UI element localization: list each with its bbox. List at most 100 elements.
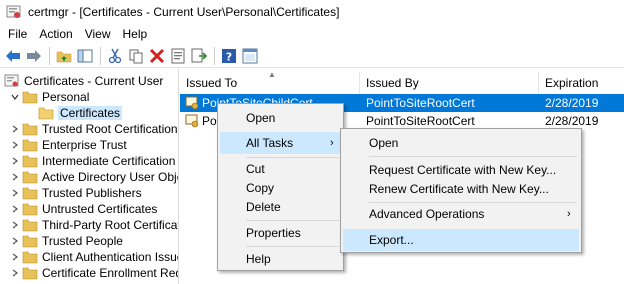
chevron-right-icon[interactable]: [10, 249, 20, 265]
folder-open-icon: [22, 91, 38, 104]
folder-icon: [38, 107, 54, 120]
forward-button[interactable]: [24, 46, 44, 66]
certmgr-app-icon: [6, 5, 21, 18]
tree-item-label: Trusted People: [42, 234, 123, 248]
export-list-button[interactable]: [189, 46, 209, 66]
column-header-issued-by[interactable]: Issued By: [360, 72, 539, 94]
window-title: certmgr - [Certificates - Current User\P…: [28, 5, 340, 19]
folder-icon: [22, 267, 38, 280]
certificates-snapin-icon: [4, 74, 19, 87]
context-menu-delete[interactable]: Delete: [220, 196, 341, 218]
context-menu-all-tasks[interactable]: All Tasks ›: [220, 132, 341, 154]
tree-item[interactable]: Intermediate Certification Au: [10, 153, 178, 169]
menu-action[interactable]: Action: [33, 24, 78, 44]
tree-item[interactable]: Untrusted Certificates: [10, 201, 157, 217]
chevron-right-icon[interactable]: [10, 265, 20, 281]
chevron-right-icon[interactable]: [10, 169, 20, 185]
properties-button[interactable]: [168, 46, 188, 66]
chevron-right-icon[interactable]: [10, 201, 20, 217]
folder-icon: [22, 203, 38, 216]
tree-item[interactable]: Active Directory User Object: [10, 169, 179, 185]
tree-item-label: Client Authentication Issuers: [42, 250, 179, 264]
menu-file[interactable]: File: [2, 24, 33, 44]
folder-icon: [22, 155, 38, 168]
delete-button[interactable]: [147, 46, 167, 66]
folder-icon: [22, 251, 38, 264]
column-header-issued-to[interactable]: ▲ Issued To: [180, 70, 360, 94]
chevron-right-icon[interactable]: [10, 137, 20, 153]
menu-separator: [369, 156, 577, 157]
chevron-right-icon[interactable]: [10, 185, 20, 201]
context-menu-properties[interactable]: Properties: [220, 222, 341, 244]
properties-icon: [171, 48, 185, 63]
chevron-down-icon[interactable]: [10, 89, 20, 105]
help-button[interactable]: ?: [219, 46, 239, 66]
back-button[interactable]: [3, 46, 23, 66]
tree-item-label: Untrusted Certificates: [42, 202, 158, 216]
tree-item[interactable]: Certificate Enrollment Reques: [10, 265, 178, 281]
submenu-advanced-operations[interactable]: Advanced Operations ›: [343, 203, 579, 225]
tree-item-label: Active Directory User Object: [42, 170, 179, 184]
context-menu-help[interactable]: Help: [220, 248, 341, 270]
tree-item-label: Third-Party Root Certification: [42, 218, 178, 232]
up-folder-button[interactable]: [54, 46, 74, 66]
tree-item-personal[interactable]: Personal: [10, 89, 89, 105]
toolbar-separator: [214, 46, 215, 65]
console-tree: Certificates - Current User Personal Cer…: [0, 69, 179, 284]
tree-item[interactable]: Trusted People: [10, 233, 123, 249]
cell-issued-by: PointToSiteRootCert: [366, 96, 475, 110]
tree-item-certificates[interactable]: Certificates: [26, 105, 123, 121]
sort-ascending-icon: ▲: [268, 70, 276, 79]
tree-item[interactable]: Enterprise Trust: [10, 137, 127, 153]
tree-item-label: Certificate Enrollment Reques: [42, 266, 178, 280]
menu-separator: [246, 220, 339, 221]
folder-icon: [22, 139, 38, 152]
show-hide-tree-icon: [77, 49, 93, 62]
chevron-right-icon[interactable]: [10, 153, 20, 169]
menu-separator: [246, 246, 339, 247]
chevron-right-icon[interactable]: [10, 217, 20, 233]
toolbar: ?: [0, 44, 624, 68]
all-tasks-submenu: Open Request Certificate with New Key...…: [340, 128, 582, 253]
tree-item-label: Personal: [42, 90, 90, 104]
show-hide-tree-button[interactable]: [75, 46, 95, 66]
submenu-arrow-icon: ›: [330, 137, 334, 149]
folder-icon: [22, 187, 38, 200]
tree-item[interactable]: Trusted Root Certification Au: [10, 121, 178, 137]
submenu-arrow-icon: ›: [567, 208, 571, 220]
cell-expiration: 2/28/2019: [545, 96, 599, 110]
context-menu-open[interactable]: Open: [220, 107, 341, 129]
menu-help[interactable]: Help: [117, 24, 154, 44]
export-list-icon: [191, 48, 207, 62]
folder-icon: [22, 171, 38, 184]
help-icon: ?: [222, 48, 236, 63]
tree-item[interactable]: Client Authentication Issuers: [10, 249, 179, 265]
snapin-view-button[interactable]: [240, 46, 260, 66]
submenu-open[interactable]: Open: [343, 132, 579, 154]
chevron-right-icon[interactable]: [10, 233, 20, 249]
forward-arrow-icon: [27, 49, 41, 62]
cut-icon: [108, 48, 122, 63]
back-arrow-icon: [6, 49, 20, 62]
title-bar: certmgr - [Certificates - Current User\P…: [0, 0, 624, 24]
tree-item[interactable]: Third-Party Root Certification: [10, 217, 178, 233]
tree-item-label: Trusted Root Certification Au: [42, 122, 178, 136]
chevron-right-icon[interactable]: [10, 121, 20, 137]
context-menu: Open All Tasks › Cut Copy Delete Propert…: [217, 103, 344, 271]
delete-icon: [149, 48, 165, 63]
folder-icon: [22, 219, 38, 232]
tree-item[interactable]: Trusted Publishers: [10, 185, 142, 201]
submenu-renew-certificate[interactable]: Renew Certificate with New Key...: [343, 178, 579, 200]
column-header-expiration-date[interactable]: Expiration Date: [539, 72, 624, 112]
submenu-export[interactable]: Export...: [343, 229, 579, 251]
menu-view[interactable]: View: [79, 24, 117, 44]
tree-root-label: Certificates - Current User: [24, 74, 164, 88]
certificate-key-icon: [185, 114, 199, 128]
copy-button[interactable]: [126, 46, 146, 66]
certificate-key-icon: [185, 96, 199, 110]
copy-icon: [129, 49, 143, 63]
toolbar-separator: [100, 46, 101, 65]
cut-button[interactable]: [105, 46, 125, 66]
up-folder-icon: [56, 51, 72, 62]
tree-root[interactable]: Certificates - Current User: [4, 73, 163, 89]
